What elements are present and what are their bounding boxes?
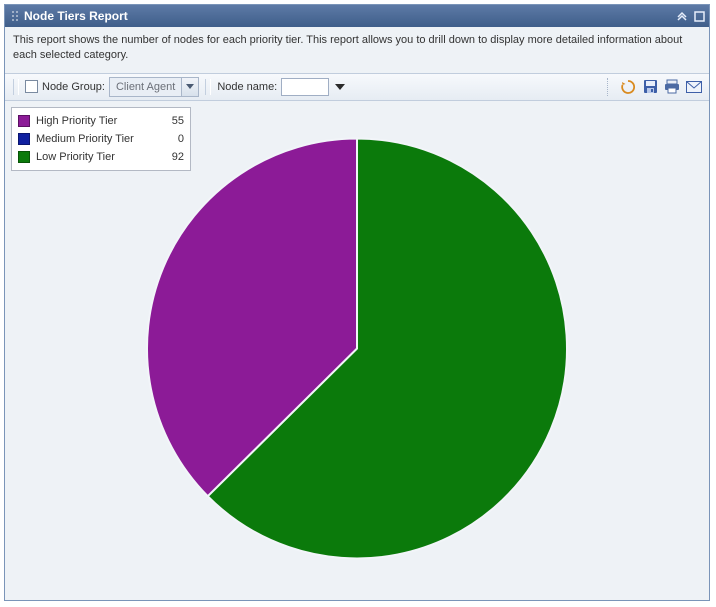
node-group-label: Node Group: — [42, 81, 105, 93]
report-panel: Node Tiers Report This report shows the … — [4, 4, 710, 601]
save-icon[interactable] — [641, 78, 659, 96]
toolbar-separator — [205, 79, 211, 95]
node-group-select[interactable]: Client Agent — [109, 77, 199, 97]
grip-icon — [11, 10, 20, 22]
refresh-icon[interactable] — [619, 78, 637, 96]
pie-chart[interactable] — [142, 134, 572, 567]
chart-area: High Priority Tier 55 Medium Priority Ti… — [5, 101, 709, 600]
title-bar[interactable]: Node Tiers Report — [5, 5, 709, 27]
toolbar-separator — [607, 78, 612, 96]
toolbar: Node Group: Client Agent Node name: — [5, 73, 709, 101]
print-icon[interactable] — [663, 78, 681, 96]
legend-swatch-high — [18, 115, 30, 127]
node-group-value: Client Agent — [110, 81, 181, 93]
collapse-icon[interactable] — [676, 10, 688, 22]
legend-label: High Priority Tier — [36, 115, 160, 127]
node-name-label: Node name: — [217, 81, 277, 93]
legend-value: 55 — [166, 115, 184, 127]
legend-item[interactable]: High Priority Tier 55 — [18, 112, 184, 130]
chevron-down-icon[interactable] — [181, 78, 198, 96]
report-description: This report shows the number of nodes fo… — [5, 27, 709, 73]
email-icon[interactable] — [685, 78, 703, 96]
node-name-input[interactable] — [281, 78, 329, 96]
maximize-icon[interactable] — [694, 11, 705, 22]
legend-swatch-medium — [18, 133, 30, 145]
node-group-checkbox[interactable] — [25, 80, 38, 93]
chevron-down-icon[interactable] — [333, 78, 347, 96]
toolbar-separator — [13, 79, 19, 95]
panel-title: Node Tiers Report — [24, 9, 128, 23]
legend-swatch-low — [18, 151, 30, 163]
